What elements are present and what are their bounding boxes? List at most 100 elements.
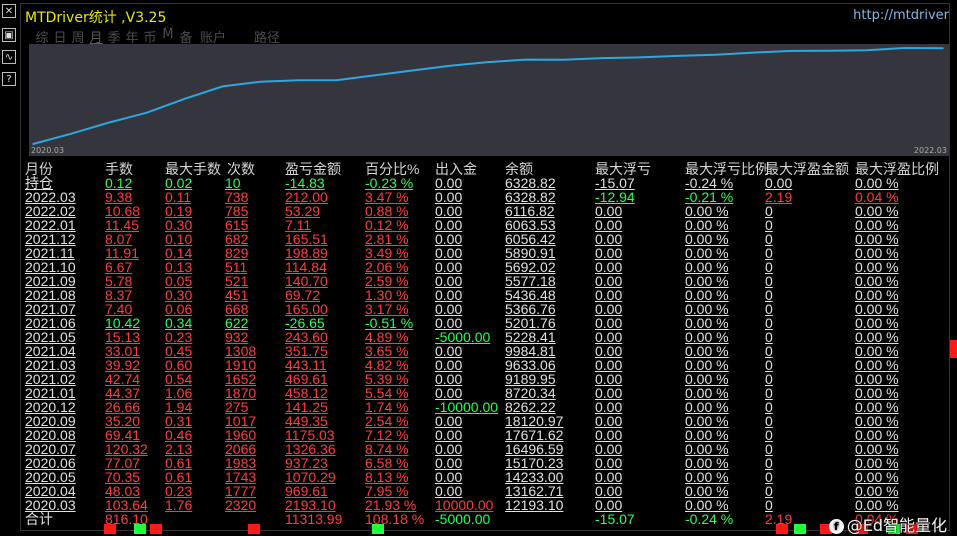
cell-fl: 0.00: [595, 217, 623, 233]
cell-count: 1308: [225, 343, 257, 359]
cell-fpp: 0.00 %: [855, 301, 899, 317]
cell-pnl: -26.65: [285, 315, 325, 331]
column-header[interactable]: 最大浮盈比例: [855, 162, 939, 176]
cell-lots: 15.13: [105, 329, 141, 345]
cell-month: 2020.04: [25, 483, 76, 499]
column-header[interactable]: 百分比%: [365, 162, 419, 176]
column-header[interactable]: 次数: [227, 162, 255, 176]
cell-maxlots: 0.46: [165, 427, 193, 443]
cell-maxlots: 1.94: [165, 399, 193, 415]
cell-lots: 10.42: [105, 315, 141, 331]
cell-fl: 0.00: [595, 385, 623, 401]
cell-lots: 8.07: [105, 231, 133, 247]
cell-flp: 0.00 %: [685, 371, 729, 387]
cell-fl: 0.00: [595, 259, 623, 275]
equity-point: [942, 47, 944, 49]
cell-month: 2021.09: [25, 273, 76, 289]
cell-lots: 39.92: [105, 357, 141, 373]
cell-pct: 1.30 %: [365, 287, 409, 303]
cell-pnl: 2193.10: [285, 497, 336, 513]
column-header[interactable]: 盈亏金额: [285, 162, 341, 176]
watermark: f @Ed智能量化: [828, 512, 947, 536]
side-indicator: [950, 340, 957, 358]
cell-pnl: 1070.29: [285, 469, 336, 485]
cell-fl: 0.00: [595, 287, 623, 303]
column-header[interactable]: 最大手数: [165, 162, 221, 176]
cell-month: 2022.02: [25, 203, 76, 219]
column-header[interactable]: 最大浮亏比例: [685, 162, 769, 176]
close-box-icon[interactable]: ✕: [2, 4, 16, 18]
cell-lots: 44.37: [105, 385, 141, 401]
cell-fl: -15.07: [595, 175, 635, 191]
cell-fl: 0.00: [595, 441, 623, 457]
cell-count: 1870: [225, 385, 257, 401]
equity-point: [828, 49, 831, 52]
cell-count: 622: [225, 315, 249, 331]
cell-io: 0.00: [435, 287, 463, 303]
cell-maxlots: 0.10: [165, 231, 193, 247]
cell-io: 0.00: [435, 385, 463, 401]
cell-count: 511: [225, 259, 248, 275]
image-icon[interactable]: ▣: [2, 28, 16, 42]
column-header[interactable]: 月份: [25, 162, 53, 176]
cell-maxlots: 0.19: [165, 203, 193, 219]
cell-bal: 6116.82: [505, 203, 555, 219]
cell-pnl: 212.00: [285, 189, 328, 205]
column-header[interactable]: 最大浮盈金额: [765, 162, 849, 176]
cell-month: 2021.04: [25, 343, 76, 359]
cell-pct: 2.54 %: [365, 413, 409, 429]
cell-fp: 0: [765, 441, 773, 457]
cell-fpp: 0.00 %: [855, 497, 899, 513]
cell-fp: 0: [765, 469, 773, 485]
cell-fp: 0: [765, 357, 773, 373]
cell-count: 785: [225, 203, 249, 219]
cell-flp: 0.00 %: [685, 343, 729, 359]
column-header[interactable]: 出入金: [435, 162, 477, 176]
cell-io: 0.00: [435, 483, 463, 499]
stats-panel: MTDriver统计 ,V3.25 http://mtdriver 综日周月季年…: [20, 3, 950, 531]
cell-flp: 0.00 %: [685, 469, 729, 485]
cell-maxlots: 0.34: [165, 315, 193, 331]
column-header[interactable]: 余额: [505, 162, 533, 176]
cell-lots: 77.07: [105, 455, 141, 471]
cell-count: 1017: [225, 413, 257, 429]
cell-fpp: 0.00 %: [855, 343, 899, 359]
cell-io: 0.00: [435, 231, 463, 247]
equity-point: [752, 51, 755, 54]
equity-point: [183, 97, 186, 100]
cell-lots: 103.64: [105, 497, 148, 513]
cell-flp: 0.00 %: [685, 483, 729, 499]
cell-fpp: 0.00 %: [855, 441, 899, 457]
question-icon[interactable]: ?: [2, 72, 16, 86]
cell-maxlots: 0.61: [165, 469, 193, 485]
column-header[interactable]: 手数: [105, 162, 133, 176]
cell-count: 1777: [225, 483, 257, 499]
cell-fp: 0: [765, 245, 773, 261]
cell-io: 0.00: [435, 315, 463, 331]
column-header[interactable]: 最大浮亏: [595, 162, 651, 176]
cell-fp: 0: [765, 413, 773, 429]
cell-fp: 0: [765, 329, 773, 345]
cell-maxlots: 1.76: [165, 497, 193, 513]
cell-bal: 6056.42: [505, 231, 556, 247]
cell-fl: 0.00: [595, 413, 623, 429]
url-link[interactable]: http://mtdriver: [853, 8, 949, 23]
cell-lots: 48.03: [105, 483, 141, 499]
cell-count: 668: [225, 301, 249, 317]
cell-fl: 0.00: [595, 273, 623, 289]
cell-flp: 0.00 %: [685, 455, 729, 471]
cell-flp: 0.00 %: [685, 399, 729, 415]
cell-count: 2320: [225, 497, 257, 513]
wave-icon[interactable]: ∿: [2, 50, 16, 64]
cell-pnl: 53.29: [285, 203, 321, 219]
cell-maxlots: 0.14: [165, 245, 193, 261]
cell-bal: 12193.10: [505, 497, 564, 513]
cell-fl: 0.00: [595, 343, 623, 359]
cell-pct: 2.59 %: [365, 273, 409, 289]
cell-fpp: 0.00 %: [855, 287, 899, 303]
cell-month: 2021.12: [25, 231, 76, 247]
cell-flp: 0.00 %: [685, 497, 729, 513]
cell-bal: 5228.41: [505, 329, 556, 345]
cell-io: -5000.00: [435, 329, 491, 345]
cell-month: 2021.05: [25, 329, 76, 345]
